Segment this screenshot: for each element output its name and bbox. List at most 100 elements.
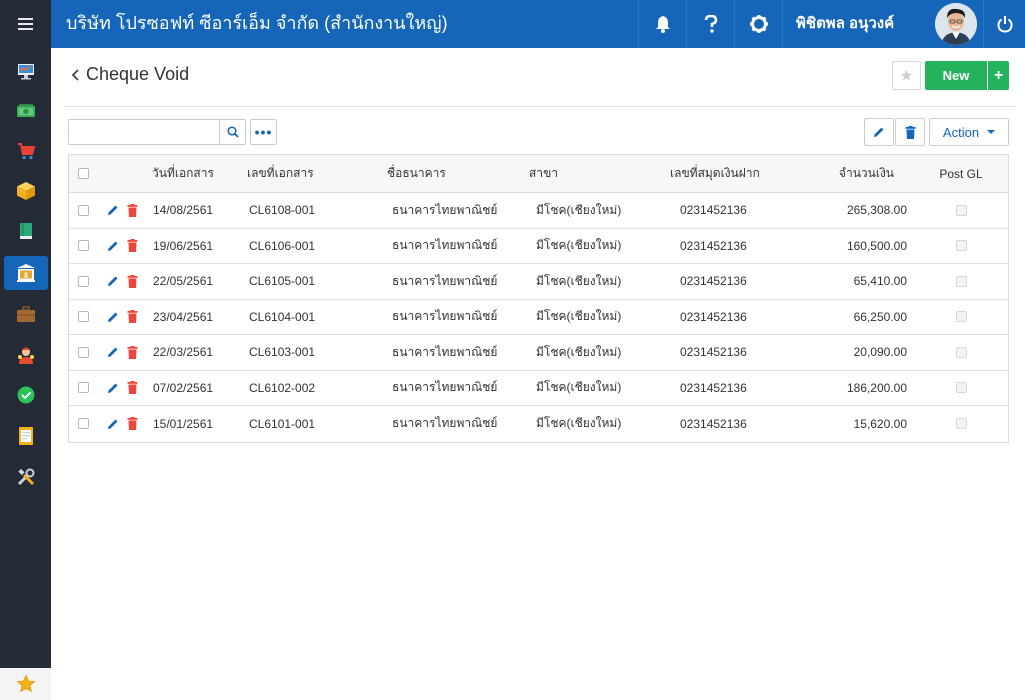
- cell-doc-no: CL6105-001: [249, 274, 316, 289]
- cell-bank: ธนาคารไทยพาณิชย์: [392, 202, 498, 217]
- bulk-delete-button[interactable]: [895, 118, 925, 146]
- sidebar-item-finance[interactable]: [4, 94, 48, 128]
- table-row[interactable]: 07/02/2561 CL6102-002 ธนาคารไทยพาณิชย์ ม…: [69, 371, 1008, 406]
- col-amount[interactable]: จำนวนเงิน: [839, 155, 894, 192]
- row-checkbox[interactable]: [78, 204, 89, 216]
- search-button[interactable]: [219, 119, 246, 145]
- delete-trash-icon[interactable]: [127, 381, 138, 395]
- help-button[interactable]: [686, 0, 734, 48]
- edit-pencil-icon[interactable]: [107, 382, 119, 394]
- cell-branch: มีโชค(เชียงใหม่): [536, 238, 622, 253]
- cell-account: 0231452136: [680, 345, 747, 360]
- notification-button[interactable]: [638, 0, 686, 48]
- edit-pencil-icon[interactable]: [107, 346, 119, 358]
- action-dropdown[interactable]: Action: [929, 118, 1009, 146]
- row-checkbox[interactable]: [78, 240, 89, 252]
- row-checkbox[interactable]: [78, 275, 89, 287]
- col-branch[interactable]: สาขา: [529, 155, 558, 192]
- sidebar-item-dashboard[interactable]: [4, 54, 48, 88]
- sidebar-item-hr[interactable]: [4, 338, 48, 372]
- delete-trash-icon[interactable]: [127, 203, 138, 217]
- hamburger-menu-icon[interactable]: [0, 0, 51, 48]
- col-bank[interactable]: ชื่อธนาคาร: [387, 155, 446, 192]
- col-date[interactable]: วันที่เอกสาร: [152, 155, 214, 192]
- bell-icon: [655, 16, 670, 33]
- cell-amount: 160,500.00: [846, 238, 907, 253]
- row-checkbox[interactable]: [78, 382, 89, 394]
- settings-button[interactable]: [734, 0, 782, 48]
- cell-doc-no: CL6106-001: [249, 238, 316, 253]
- page-header: Cheque Void New +: [64, 59, 1016, 107]
- back-chevron-icon[interactable]: [68, 65, 88, 85]
- table-header-row: วันที่เอกสาร เลขที่เอกสาร ชื่อธนาคาร สาข…: [69, 155, 1008, 193]
- edit-pencil-icon[interactable]: [107, 418, 119, 430]
- more-options-button[interactable]: •••: [250, 119, 277, 145]
- cell-branch: มีโชค(เชียงใหม่): [536, 344, 622, 359]
- delete-trash-icon[interactable]: [127, 345, 138, 359]
- search-input[interactable]: [68, 119, 220, 145]
- cell-amount: 15,620.00: [853, 416, 907, 431]
- tools-icon: [17, 468, 35, 486]
- post-gl-checkbox: [955, 418, 967, 430]
- cell-account: 0231452136: [680, 238, 747, 253]
- sidebar-item-accounting[interactable]: [4, 214, 48, 248]
- cell-doc-no: CL6104-001: [249, 309, 316, 324]
- edit-pencil-icon[interactable]: [107, 240, 119, 252]
- svg-text:$: $: [24, 273, 28, 280]
- delete-trash-icon[interactable]: [127, 274, 138, 288]
- bulk-edit-button[interactable]: [864, 118, 894, 146]
- cell-date: 07/02/2561: [153, 380, 214, 395]
- sidebar-item-inventory[interactable]: [4, 174, 48, 208]
- table-row[interactable]: 19/06/2561 CL6106-001 ธนาคารไทยพาณิชย์ ม…: [69, 229, 1008, 264]
- delete-trash-icon[interactable]: [127, 417, 138, 431]
- sidebar-item-sales[interactable]: [4, 134, 48, 168]
- row-checkbox[interactable]: [78, 418, 89, 430]
- sidebar-item-settings[interactable]: [4, 460, 48, 494]
- sidebar: $: [0, 0, 51, 700]
- row-checkbox[interactable]: [78, 346, 89, 358]
- settings-icon: [749, 15, 768, 33]
- favorite-button[interactable]: [892, 61, 921, 90]
- star-icon: [900, 69, 913, 81]
- cell-branch: มีโชค(เชียงใหม่): [536, 309, 622, 324]
- edit-pencil-icon[interactable]: [107, 275, 119, 287]
- new-button[interactable]: New: [925, 61, 987, 90]
- select-all-checkbox[interactable]: [78, 168, 89, 179]
- col-doc-no[interactable]: เลขที่เอกสาร: [247, 155, 314, 192]
- sidebar-item-approval[interactable]: [4, 378, 48, 412]
- table-row[interactable]: 22/05/2561 CL6105-001 ธนาคารไทยพาณิชย์ ม…: [69, 264, 1008, 300]
- sidebar-item-reports[interactable]: [4, 419, 48, 453]
- edit-pencil-icon[interactable]: [107, 311, 119, 323]
- cell-date: 23/04/2561: [153, 309, 214, 324]
- avatar[interactable]: [935, 3, 977, 45]
- logout-button[interactable]: [983, 0, 1025, 48]
- cell-amount: 186,200.00: [846, 380, 907, 395]
- post-gl-checkbox: [955, 275, 967, 287]
- edit-pencil-icon[interactable]: [107, 204, 119, 216]
- cell-bank: ธนาคารไทยพาณิชย์: [392, 416, 498, 431]
- delete-trash-icon[interactable]: [127, 239, 138, 253]
- cell-account: 0231452136: [680, 274, 747, 289]
- table-row[interactable]: 15/01/2561 CL6101-001 ธนาคารไทยพาณิชย์ ม…: [69, 406, 1008, 442]
- cell-branch: มีโชค(เชียงใหม่): [536, 273, 622, 288]
- delete-trash-icon[interactable]: [127, 310, 138, 324]
- col-post-gl[interactable]: Post GL: [926, 155, 996, 192]
- check-circle-icon: [17, 386, 35, 404]
- post-gl-checkbox: [955, 204, 967, 216]
- cell-doc-no: CL6108-001: [249, 203, 316, 218]
- trash-icon: [905, 125, 915, 139]
- monitor-icon: [18, 64, 34, 80]
- post-gl-checkbox: [955, 240, 967, 252]
- table-row[interactable]: 14/08/2561 CL6108-001 ธนาคารไทยพาณิชย์ ม…: [69, 193, 1008, 229]
- col-account[interactable]: เลขที่สมุดเงินฝาก: [670, 155, 760, 192]
- new-dropdown-button[interactable]: +: [988, 61, 1009, 90]
- search-icon: [226, 126, 239, 138]
- table-row[interactable]: 23/04/2561 CL6104-001 ธนาคารไทยพาณิชย์ ม…: [69, 300, 1008, 335]
- sidebar-item-purchase[interactable]: [4, 297, 48, 331]
- sidebar-item-cheque[interactable]: $: [4, 256, 48, 290]
- row-checkbox[interactable]: [78, 311, 89, 323]
- cell-bank: ธนาคารไทยพาณิชย์: [392, 344, 498, 359]
- favorites-star-button[interactable]: [0, 668, 51, 700]
- table-row[interactable]: 22/03/2561 CL6103-001 ธนาคารไทยพาณิชย์ ม…: [69, 335, 1008, 371]
- cell-amount: 66,250.00: [853, 309, 907, 324]
